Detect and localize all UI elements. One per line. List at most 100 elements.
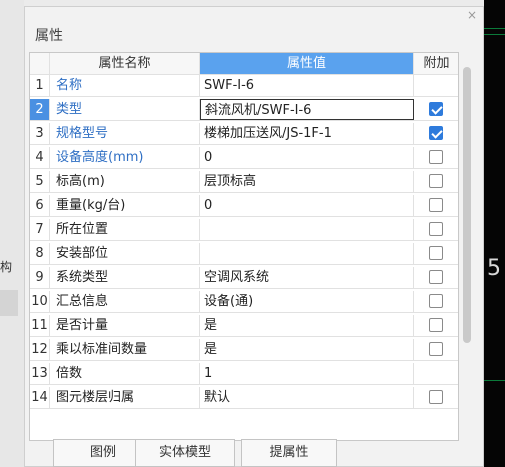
row-index: 2	[30, 99, 50, 120]
add-cell	[414, 171, 458, 192]
property-value[interactable]	[200, 219, 414, 240]
property-name: 倍数	[50, 363, 200, 384]
table-row[interactable]: 7 所在位置	[30, 219, 458, 241]
row-index: 14	[30, 387, 50, 408]
grid-header: 属性名称 属性值 附加	[30, 53, 458, 75]
row-index: 12	[30, 339, 50, 360]
property-value[interactable]: 层顶标高	[200, 171, 414, 192]
row-index: 5	[30, 171, 50, 192]
left-side-strip: 构	[0, 0, 24, 467]
add-cell	[414, 195, 458, 216]
property-name: 系统类型	[50, 267, 200, 288]
property-name: 所在位置	[50, 219, 200, 240]
extract-properties-button[interactable]: 提属性	[241, 439, 337, 467]
property-value[interactable]	[200, 243, 414, 264]
table-row[interactable]: 10 汇总信息 设备(通)	[30, 291, 458, 313]
property-name: 名称	[50, 75, 200, 96]
add-cell	[414, 219, 458, 240]
property-name: 乘以标准间数量	[50, 339, 200, 360]
add-cell	[414, 315, 458, 336]
row-index: 3	[30, 123, 50, 144]
attach-checkbox[interactable]	[429, 294, 443, 308]
row-index: 9	[30, 267, 50, 288]
solid-model-button[interactable]: 实体模型	[135, 439, 235, 467]
property-value[interactable]: 默认	[200, 387, 414, 408]
header-index	[30, 53, 50, 74]
property-name: 类型	[50, 99, 200, 120]
table-row[interactable]: 4 设备高度(mm) 0	[30, 147, 458, 169]
property-name: 设备高度(mm)	[50, 147, 200, 168]
cad-canvas-edge[interactable]: 5	[484, 0, 505, 467]
attach-checkbox[interactable]	[429, 198, 443, 212]
table-row[interactable]: 13 倍数 1	[30, 363, 458, 385]
row-index: 8	[30, 243, 50, 264]
property-value[interactable]: 是	[200, 315, 414, 336]
attach-checkbox[interactable]	[429, 150, 443, 164]
add-cell	[414, 363, 458, 384]
table-row[interactable]: 1 名称 SWF-I-6	[30, 75, 458, 97]
header-name: 属性名称	[50, 53, 200, 74]
table-row[interactable]: 6 重量(kg/台) 0	[30, 195, 458, 217]
table-row[interactable]: 9 系统类型 空调风系统	[30, 267, 458, 289]
property-panel: × 属性 属性名称 属性值 附加 1 名称 SWF-I-6 2 类型 斜流风机/SWF-I…	[24, 6, 484, 467]
left-edge-label: 构	[0, 260, 13, 274]
property-value[interactable]: 斜流风机/SWF-I-6	[200, 99, 414, 120]
row-index: 4	[30, 147, 50, 168]
table-row[interactable]: 14 图元楼层归属 默认	[30, 387, 458, 409]
table-row[interactable]: 12 乘以标准间数量是	[30, 339, 458, 361]
property-value[interactable]: 0	[200, 147, 414, 168]
attach-checkbox[interactable]	[429, 270, 443, 284]
property-grid: 属性名称 属性值 附加 1 名称 SWF-I-6 2 类型 斜流风机/SWF-I-6 3 规格…	[29, 52, 459, 441]
property-name: 图元楼层归属	[50, 387, 200, 408]
header-add: 附加	[414, 53, 458, 74]
cad-number: 5	[487, 256, 501, 281]
property-value[interactable]: 空调风系统	[200, 267, 414, 288]
row-index: 10	[30, 291, 50, 312]
attach-checkbox[interactable]	[429, 342, 443, 356]
add-cell	[414, 291, 458, 312]
property-name: 汇总信息	[50, 291, 200, 312]
attach-checkbox[interactable]	[429, 174, 443, 188]
attach-checkbox[interactable]	[429, 126, 443, 140]
add-cell	[414, 99, 458, 120]
add-cell	[414, 75, 458, 96]
attach-checkbox[interactable]	[429, 246, 443, 260]
add-cell	[414, 339, 458, 360]
property-name: 规格型号	[50, 123, 200, 144]
property-value[interactable]: 1	[200, 363, 414, 384]
row-index: 11	[30, 315, 50, 336]
table-row[interactable]: 8 安装部位	[30, 243, 458, 265]
table-row[interactable]: 11 是否计量是	[30, 315, 458, 337]
attach-checkbox[interactable]	[429, 102, 443, 116]
table-row[interactable]: 5 标高(m) 层顶标高	[30, 171, 458, 193]
property-name: 标高(m)	[50, 171, 200, 192]
attach-checkbox[interactable]	[429, 222, 443, 236]
vertical-scrollbar[interactable]	[463, 67, 471, 343]
table-row[interactable]: 3 规格型号 楼梯加压送风/JS-1F-1	[30, 123, 458, 145]
property-value[interactable]: 是	[200, 339, 414, 360]
row-index: 7	[30, 219, 50, 240]
property-value[interactable]: 0	[200, 195, 414, 216]
property-value[interactable]: 楼梯加压送风/JS-1F-1	[200, 123, 414, 144]
add-cell	[414, 243, 458, 264]
close-icon[interactable]: ×	[467, 8, 477, 22]
add-cell	[414, 123, 458, 144]
add-cell	[414, 387, 458, 408]
row-index: 6	[30, 195, 50, 216]
attach-checkbox[interactable]	[429, 318, 443, 332]
attach-checkbox[interactable]	[429, 390, 443, 404]
property-value[interactable]: 设备(通)	[200, 291, 414, 312]
header-value: 属性值	[200, 53, 414, 74]
property-name: 安装部位	[50, 243, 200, 264]
cad-line	[484, 380, 505, 381]
row-index: 13	[30, 363, 50, 384]
panel-title: 属性	[35, 28, 63, 44]
property-name: 重量(kg/台)	[50, 195, 200, 216]
cad-line	[484, 34, 505, 35]
left-side-highlight[interactable]	[0, 290, 18, 316]
row-index: 1	[30, 75, 50, 96]
property-name: 是否计量	[50, 315, 200, 336]
table-row[interactable]: 2 类型 斜流风机/SWF-I-6	[30, 99, 458, 121]
add-cell	[414, 147, 458, 168]
property-value[interactable]: SWF-I-6	[200, 75, 414, 96]
